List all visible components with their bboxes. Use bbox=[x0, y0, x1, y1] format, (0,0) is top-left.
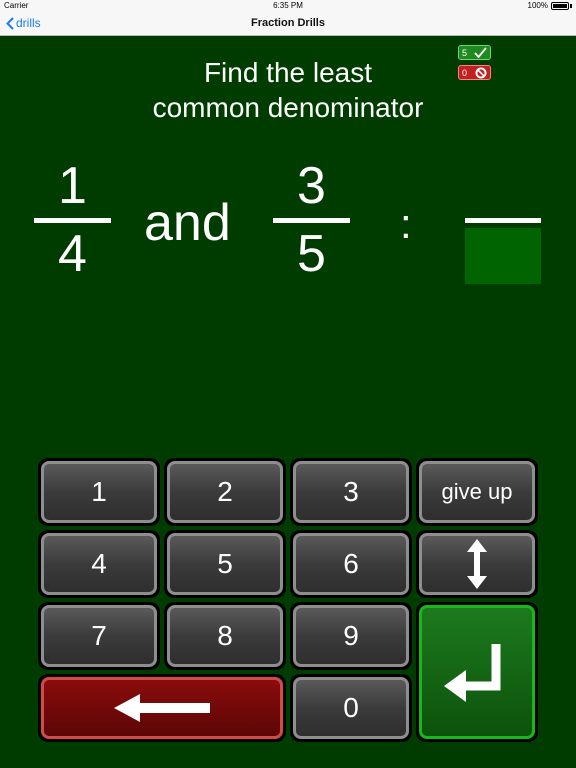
up-down-arrow-icon bbox=[467, 539, 487, 589]
first-fraction-bar bbox=[34, 218, 111, 223]
battery-percent: 100% bbox=[527, 1, 548, 10]
key-5-label: 5 bbox=[217, 548, 233, 579]
status-bar: Carrier 6:35 PM 100% bbox=[0, 0, 576, 12]
key-8[interactable]: 8 bbox=[164, 602, 286, 670]
battery-icon bbox=[551, 1, 569, 10]
correct-count-badge: 5 bbox=[458, 45, 491, 60]
backspace-button[interactable] bbox=[38, 674, 286, 742]
key-8-label: 8 bbox=[217, 620, 233, 651]
first-numerator: 1 bbox=[58, 157, 87, 215]
correct-count: 5 bbox=[462, 47, 468, 58]
key-9[interactable]: 9 bbox=[290, 602, 412, 670]
battery-indicator: 100% bbox=[528, 1, 572, 10]
key-7[interactable]: 7 bbox=[38, 602, 160, 670]
key-1-label: 1 bbox=[91, 476, 107, 507]
swap-button[interactable] bbox=[416, 530, 538, 598]
answer-fraction-bar bbox=[465, 218, 541, 223]
key-6[interactable]: 6 bbox=[290, 530, 412, 598]
second-denominator: 5 bbox=[297, 225, 326, 283]
key-3-label: 3 bbox=[343, 476, 359, 507]
key-1[interactable]: 1 bbox=[38, 458, 160, 526]
wrong-count: 0 bbox=[462, 67, 468, 78]
give-up-button[interactable]: give up bbox=[416, 458, 538, 526]
answer-separator: : bbox=[400, 200, 412, 247]
second-fraction: 3 5 bbox=[273, 160, 350, 290]
give-up-label: give up bbox=[441, 479, 513, 504]
key-4-label: 4 bbox=[91, 548, 107, 579]
answer-input-box[interactable] bbox=[465, 228, 541, 284]
key-4[interactable]: 4 bbox=[38, 530, 160, 598]
key-7-label: 7 bbox=[91, 620, 107, 651]
first-fraction: 1 4 bbox=[34, 160, 111, 290]
navigation-bar: drills Fraction Drills bbox=[0, 12, 576, 36]
key-0-label: 0 bbox=[343, 692, 359, 723]
page-title: Fraction Drills bbox=[251, 17, 325, 29]
checkmark-icon bbox=[474, 47, 487, 58]
clock: 6:35 PM bbox=[273, 1, 303, 10]
prompt-line-2: common denominator bbox=[152, 92, 424, 123]
enter-button[interactable] bbox=[416, 602, 538, 742]
key-2[interactable]: 2 bbox=[164, 458, 286, 526]
second-numerator: 3 bbox=[297, 157, 326, 215]
key-6-label: 6 bbox=[343, 548, 359, 579]
second-fraction-bar bbox=[273, 218, 350, 223]
wrong-count-badge: 0 bbox=[458, 65, 491, 80]
battery-tip bbox=[570, 3, 572, 8]
key-2-label: 2 bbox=[217, 476, 233, 507]
first-denominator: 4 bbox=[58, 225, 87, 283]
connector-word: and bbox=[144, 194, 231, 252]
key-9-label: 9 bbox=[343, 620, 359, 651]
key-0[interactable]: 0 bbox=[290, 674, 412, 742]
key-3[interactable]: 3 bbox=[290, 458, 412, 526]
key-5[interactable]: 5 bbox=[164, 530, 286, 598]
return-arrow-icon bbox=[444, 644, 501, 702]
prohibited-icon bbox=[475, 67, 487, 78]
left-arrow-icon bbox=[114, 694, 210, 722]
